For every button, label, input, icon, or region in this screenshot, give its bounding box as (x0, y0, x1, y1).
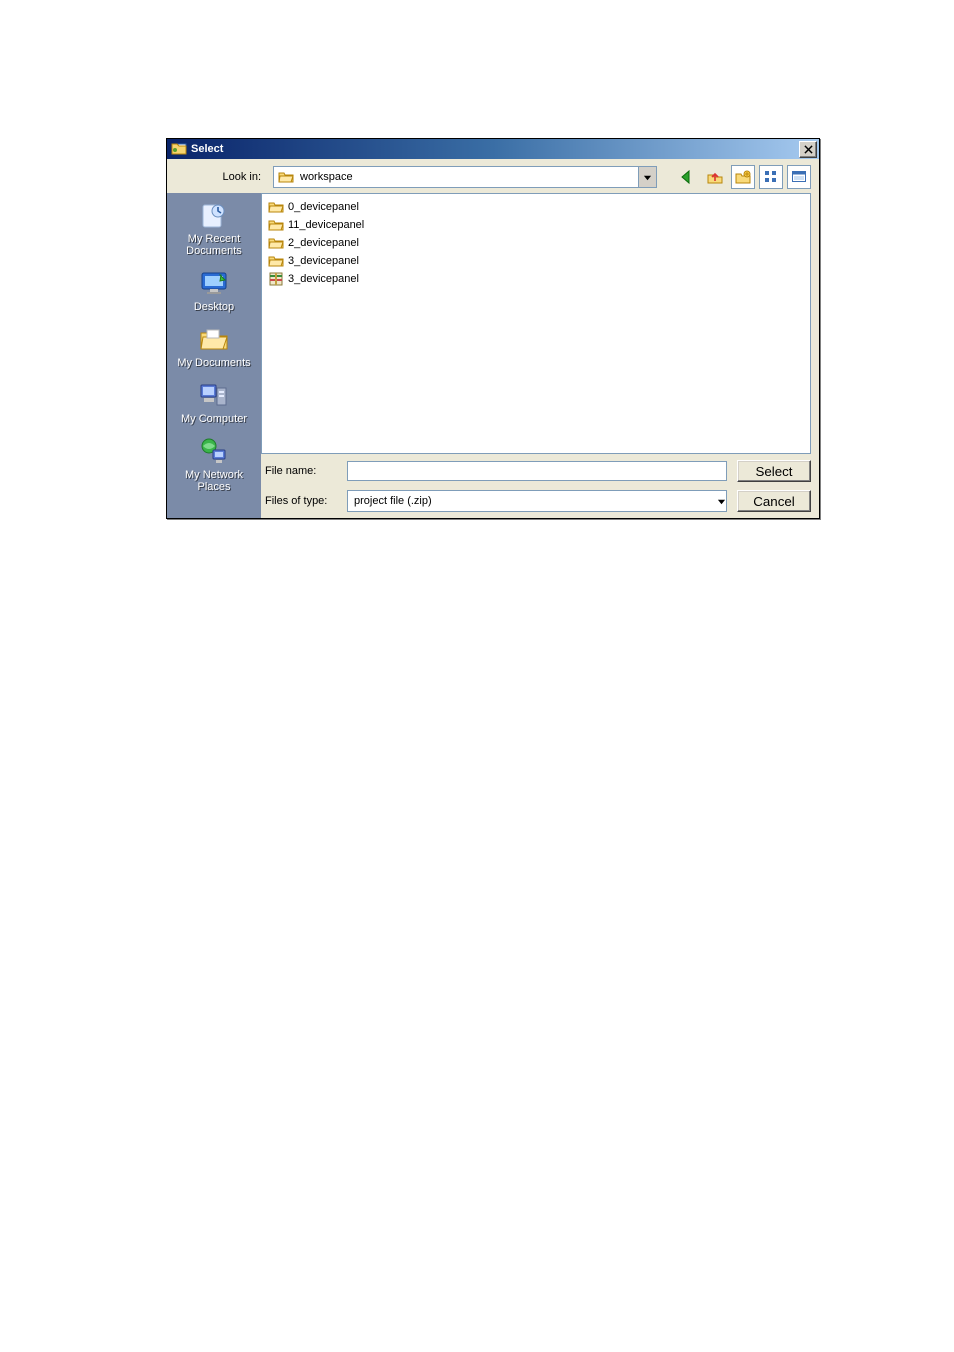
file-open-dialog: Select Look in: workspace (166, 138, 820, 519)
filetype-row: Files of type: project file (.zip) Cance… (261, 490, 811, 512)
preview-icon[interactable] (787, 165, 811, 189)
lookin-label: Look in: (167, 171, 267, 183)
my-documents-icon (198, 323, 230, 355)
back-icon[interactable] (675, 165, 699, 189)
filetype-dropdown-button[interactable] (717, 497, 726, 506)
places-mydocs[interactable]: My Documents (167, 317, 261, 373)
lookin-dropdown-button[interactable] (638, 167, 656, 187)
filetype-combo[interactable]: project file (.zip) (347, 490, 727, 512)
cancel-button[interactable]: Cancel (737, 490, 811, 512)
network-places-icon (198, 435, 230, 467)
bottom-controls: File name: Select Files of type: project… (261, 460, 819, 518)
lookin-combo[interactable]: workspace (273, 166, 657, 188)
filename-row: File name: Select (261, 460, 811, 482)
filename-input[interactable] (347, 461, 727, 481)
view-menu-icon[interactable] (759, 165, 783, 189)
file-name: 11_devicepanel (288, 219, 364, 231)
zip-file-icon (268, 271, 284, 287)
places-label: My Computer (181, 413, 247, 425)
file-list-pane[interactable]: 0_devicepanel 11_devicepanel 2_devicepan… (261, 193, 811, 454)
file-name: 3_devicepanel (288, 255, 359, 267)
list-item[interactable]: 3_devicepanel (268, 270, 804, 288)
folder-icon (268, 235, 284, 251)
list-item[interactable]: 11_devicepanel (268, 216, 804, 234)
filetype-value: project file (.zip) (348, 495, 717, 507)
lookin-value: workspace (298, 171, 638, 183)
filename-label: File name: (261, 465, 337, 477)
recent-docs-icon (198, 199, 230, 231)
places-label: Desktop (194, 301, 234, 313)
close-button[interactable] (799, 141, 817, 158)
file-name: 2_devicepanel (288, 237, 359, 249)
folder-open-icon (278, 169, 294, 185)
desktop-icon (198, 267, 230, 299)
filetype-label: Files of type: (261, 495, 337, 507)
places-network[interactable]: My Network Places (167, 429, 261, 497)
lookin-row: Look in: workspace (167, 159, 819, 193)
file-name: 3_devicepanel (288, 273, 359, 285)
my-computer-icon (198, 379, 230, 411)
up-one-level-icon[interactable] (703, 165, 727, 189)
file-name: 0_devicepanel (288, 201, 359, 213)
places-label: My Recent Documents (167, 233, 261, 257)
places-label: My Documents (177, 357, 250, 369)
titlebar: Select (167, 139, 819, 159)
folder-icon (268, 217, 284, 233)
dialog-body: My Recent Documents Desktop (167, 193, 819, 518)
folder-icon (268, 253, 284, 269)
app-icon (171, 141, 187, 157)
places-bar: My Recent Documents Desktop (167, 193, 261, 518)
toolbar (675, 165, 811, 189)
select-button[interactable]: Select (737, 460, 811, 482)
right-column: 0_devicepanel 11_devicepanel 2_devicepan… (261, 193, 819, 518)
window-title: Select (191, 143, 799, 155)
list-item[interactable]: 0_devicepanel (268, 198, 804, 216)
new-folder-icon[interactable] (731, 165, 755, 189)
list-item[interactable]: 3_devicepanel (268, 252, 804, 270)
list-item[interactable]: 2_devicepanel (268, 234, 804, 252)
places-desktop[interactable]: Desktop (167, 261, 261, 317)
places-mycomputer[interactable]: My Computer (167, 373, 261, 429)
folder-icon (268, 199, 284, 215)
places-label: My Network Places (167, 469, 261, 493)
places-recent[interactable]: My Recent Documents (167, 193, 261, 261)
